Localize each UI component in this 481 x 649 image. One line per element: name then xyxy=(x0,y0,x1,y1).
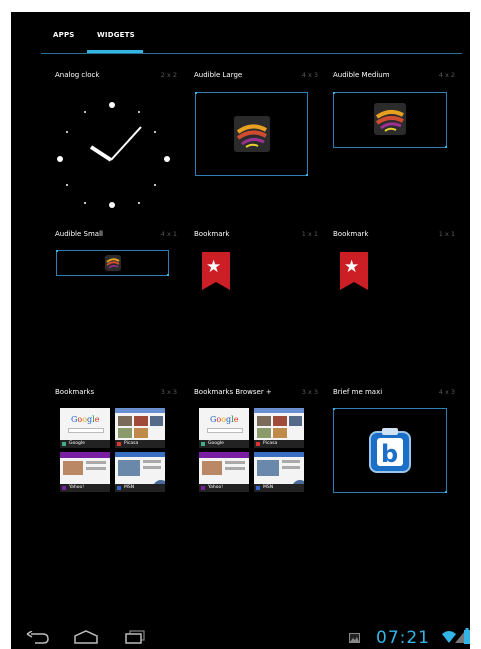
widget-size: 4 x 1 xyxy=(160,230,177,238)
widget-size: 1 x 1 xyxy=(301,230,318,238)
widget-size: 4 x 2 xyxy=(438,71,455,79)
thumb-label: Yahoo! xyxy=(208,485,224,490)
widget-name: Audible Small xyxy=(55,230,103,238)
widget-name: Audible Large xyxy=(194,71,243,79)
bookmark-thumb-yahoo: Yahoo! xyxy=(60,452,110,492)
widget-name: Audible Medium xyxy=(333,71,390,79)
widget-size: 4 x 3 xyxy=(301,71,318,79)
widget-size: 3 x 3 xyxy=(160,388,177,396)
widget-name: Analog clock xyxy=(55,71,100,79)
bookmark-thumb-msn: MSN xyxy=(115,452,165,492)
svg-text:b: b xyxy=(381,440,398,468)
bookmark-thumb-msn: MSN xyxy=(254,452,304,492)
widget-name: Bookmarks xyxy=(55,388,95,396)
widget-size: 1 x 1 xyxy=(438,230,455,238)
gallery-notification-icon[interactable] xyxy=(349,633,360,643)
widget-analog-clock[interactable]: Analog clock 2 x 2 xyxy=(55,71,177,211)
widget-name: Brief me maxi xyxy=(333,388,383,396)
audible-large-preview-frame xyxy=(195,92,308,176)
thumb-label: MSN xyxy=(263,485,274,490)
widget-bookmark-2[interactable]: Bookmark 1 x 1 ★ xyxy=(333,230,455,370)
brief-me-clipboard-icon: b xyxy=(369,428,411,473)
analog-clock-preview xyxy=(57,102,170,208)
tab-widgets[interactable]: WIDGETS xyxy=(97,31,135,39)
bookmark-thumb-picasa: Picasa xyxy=(254,408,304,448)
recent-apps-icon[interactable] xyxy=(124,630,146,644)
audible-medium-preview-frame xyxy=(333,92,447,148)
audible-logo-icon xyxy=(374,103,406,135)
brief-me-preview-frame: b xyxy=(333,408,447,493)
audible-small-preview-frame xyxy=(56,250,169,276)
widget-audible-medium[interactable]: Audible Medium 4 x 2 xyxy=(333,71,455,211)
bookmark-thumb-google: Google Google xyxy=(199,408,249,448)
bookmark-thumb-picasa: Picasa xyxy=(115,408,165,448)
widget-size: 2 x 2 xyxy=(160,71,177,79)
thumb-label: Picasa xyxy=(124,441,139,446)
thumb-label: MSN xyxy=(124,485,135,490)
star-icon: ★ xyxy=(344,257,360,277)
bookmark-ribbon-icon: ★ xyxy=(202,252,230,290)
audible-logo-icon xyxy=(105,255,121,271)
wifi-icon xyxy=(442,631,456,643)
home-icon[interactable] xyxy=(73,630,99,644)
status-clock: 07:21 xyxy=(376,628,430,648)
tab-divider xyxy=(41,53,462,54)
widget-size: 4 x 3 xyxy=(438,388,455,396)
widget-picker-screen: APPS WIDGETS Analog clock 2 x 2 Audible … xyxy=(11,12,470,649)
thumb-label: Google xyxy=(69,441,85,446)
bookmark-ribbon-icon: ★ xyxy=(340,252,368,290)
thumb-label: Picasa xyxy=(263,441,278,446)
widget-name: Bookmark xyxy=(333,230,369,238)
widget-size: 3 x 3 xyxy=(301,388,318,396)
widget-name: Bookmark xyxy=(194,230,230,238)
widget-audible-large[interactable]: Audible Large 4 x 3 xyxy=(194,71,318,211)
widget-brief-me-maxi[interactable]: Brief me maxi 4 x 3 b xyxy=(333,388,455,508)
bookmarks-thumbnail-grid: Google Google Picasa Yahoo! MSN xyxy=(60,408,168,494)
thumb-label: Yahoo! xyxy=(69,485,85,490)
back-icon[interactable] xyxy=(25,631,51,645)
star-icon: ★ xyxy=(206,257,222,277)
bookmark-thumb-yahoo: Yahoo! xyxy=(199,452,249,492)
audible-logo-icon xyxy=(234,116,270,152)
widget-bookmarks[interactable]: Bookmarks 3 x 3 Google Google Picasa Yah… xyxy=(55,388,177,508)
bookmark-thumb-google: Google Google xyxy=(60,408,110,448)
bookmarks-thumbnail-grid: Google Google Picasa Yahoo! MSN xyxy=(199,408,307,494)
battery-icon xyxy=(464,628,470,644)
widget-audible-small[interactable]: Audible Small 4 x 1 xyxy=(55,230,177,370)
widget-name: Bookmarks Browser + xyxy=(194,388,272,396)
tab-bar: APPS WIDGETS xyxy=(11,12,470,56)
thumb-label: Google xyxy=(208,441,224,446)
widget-bookmark-1[interactable]: Bookmark 1 x 1 ★ xyxy=(194,230,318,370)
widget-bookmarks-browser-plus[interactable]: Bookmarks Browser + 3 x 3 Google Google … xyxy=(194,388,318,508)
tab-apps[interactable]: APPS xyxy=(53,31,75,39)
